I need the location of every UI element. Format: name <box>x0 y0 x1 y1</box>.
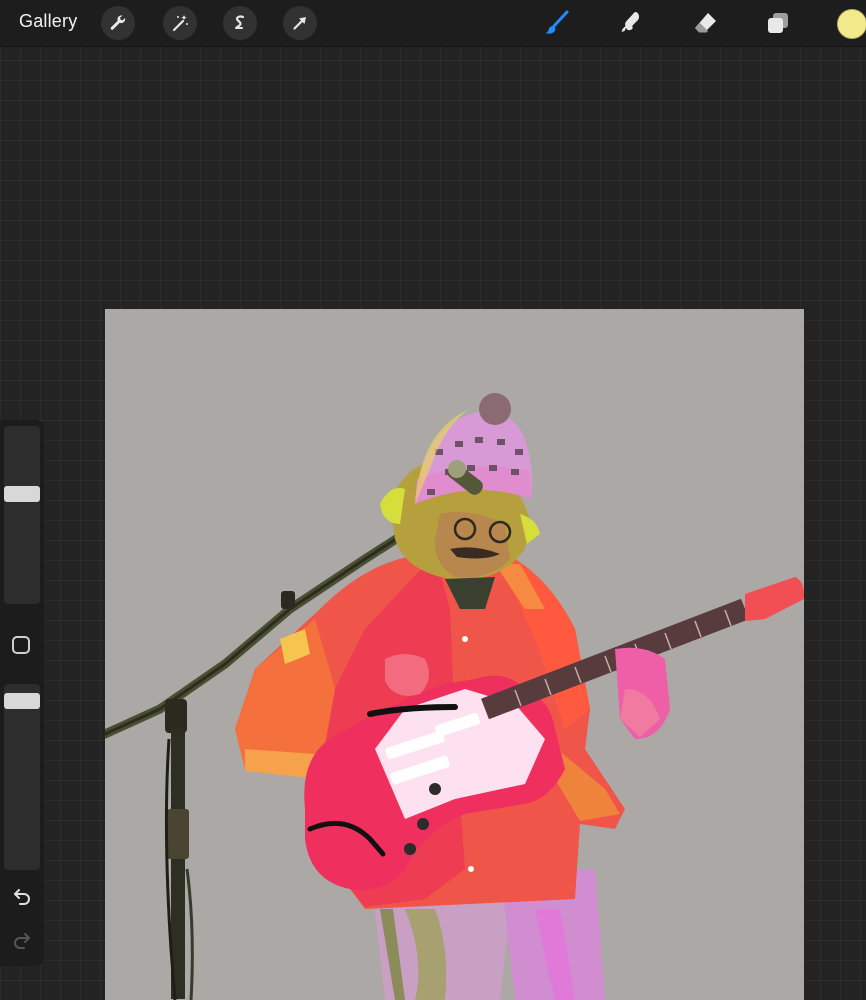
artwork-illustration <box>105 393 804 1000</box>
opacity-slider[interactable] <box>4 684 40 870</box>
adjustments-button[interactable] <box>163 6 197 40</box>
eraser-icon <box>695 13 716 33</box>
left-sidebar <box>0 420 44 966</box>
modify-button[interactable] <box>12 636 30 654</box>
redo-button[interactable] <box>10 928 34 952</box>
smudge-icon <box>621 12 640 32</box>
brush-size-slider[interactable] <box>4 426 40 604</box>
layers-icon <box>768 13 788 33</box>
gallery-button[interactable]: Gallery <box>19 11 77 32</box>
drawing-canvas[interactable] <box>105 309 804 1000</box>
brush-icon <box>545 10 569 34</box>
selection-icon <box>235 15 245 29</box>
undo-icon <box>14 889 30 905</box>
opacity-slider-thumb[interactable] <box>4 692 40 709</box>
smudge-tool[interactable] <box>613 6 647 40</box>
selection-button[interactable] <box>223 6 257 40</box>
transform-button[interactable] <box>283 6 317 40</box>
top-toolbar: Gallery <box>0 0 866 47</box>
color-picker-swatch[interactable] <box>837 9 866 39</box>
eraser-tool[interactable] <box>688 6 722 40</box>
actions-button[interactable] <box>101 6 135 40</box>
brush-tool[interactable] <box>540 6 574 40</box>
brush-size-slider-thumb[interactable] <box>4 485 40 502</box>
transform-arrow-icon <box>293 17 306 30</box>
magic-wand-icon <box>172 15 188 32</box>
redo-icon <box>14 933 30 949</box>
layers-button[interactable] <box>761 6 795 40</box>
undo-button[interactable] <box>10 884 34 908</box>
wrench-icon <box>110 15 126 30</box>
